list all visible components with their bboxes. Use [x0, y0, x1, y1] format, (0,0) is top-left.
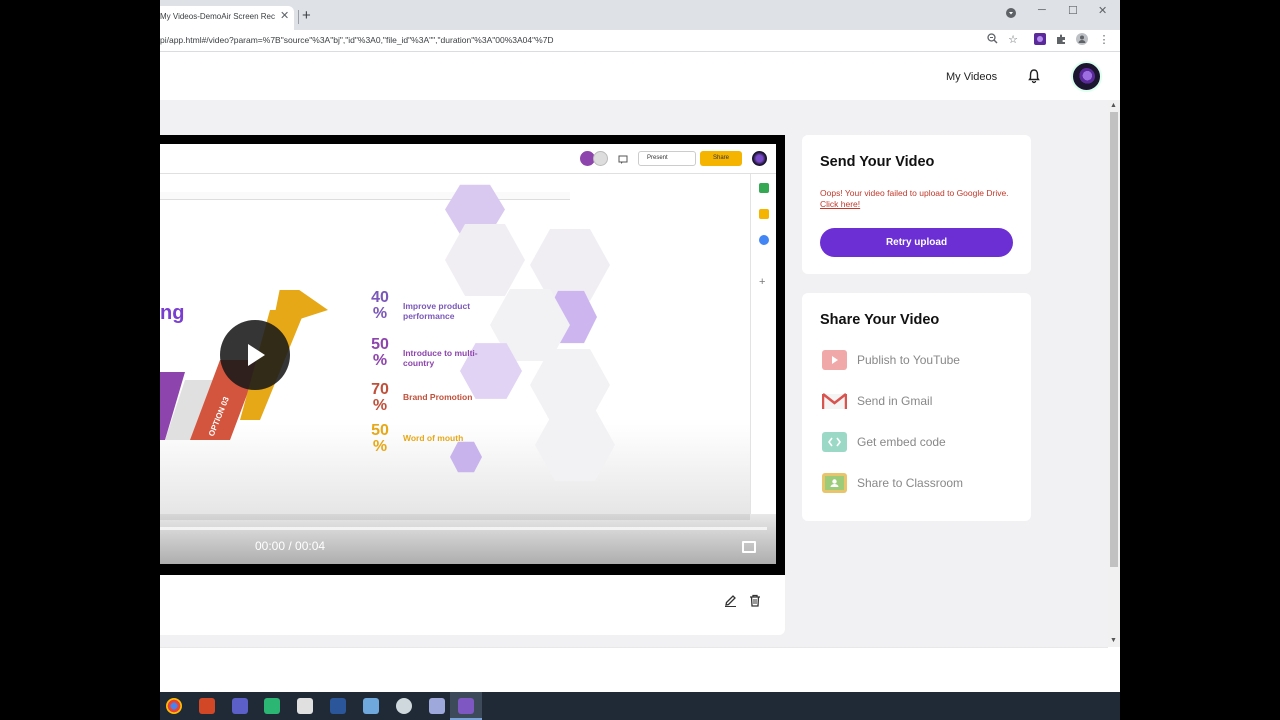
youtube-icon: [822, 350, 847, 370]
slides-user-avatar: [752, 151, 767, 166]
minimize-button[interactable]: ─: [1038, 4, 1046, 16]
slides-ruler: [160, 192, 570, 200]
tab-search-icon[interactable]: [1006, 8, 1016, 21]
stat-label: Brand Promotion: [403, 392, 473, 402]
letterbox-left: [0, 0, 160, 720]
share-item-label: Get embed code: [857, 435, 946, 449]
retry-upload-button[interactable]: Retry upload: [820, 228, 1013, 257]
slides-share-button: Share: [700, 151, 742, 166]
demoair-taskbar-icon[interactable]: [458, 698, 474, 714]
stat-percent: 50 %: [371, 336, 389, 369]
fullscreen-icon[interactable]: [742, 541, 756, 553]
hexagon-shape: [450, 441, 482, 473]
tab-strip: My Videos-DemoAir Screen Recorder ✕ + ─ …: [160, 0, 1120, 30]
profile-icon[interactable]: [1075, 33, 1089, 47]
maximize-button[interactable]: ☐: [1068, 4, 1078, 17]
stat-label: Word of mouth: [403, 433, 464, 443]
video-progress-bar[interactable]: [160, 527, 767, 530]
add-addon-icon: +: [759, 276, 766, 288]
tasks-icon: [759, 235, 769, 245]
stat-percent: 50 %: [371, 422, 389, 455]
stat-percent: 70 %: [371, 381, 389, 414]
app-taskbar-icon[interactable]: [297, 698, 313, 714]
sheets-icon: [759, 183, 769, 193]
share-youtube-item[interactable]: Publish to YouTube: [822, 348, 1022, 372]
scrollbar-thumb[interactable]: [1110, 112, 1118, 567]
share-item-label: Send in Gmail: [857, 394, 933, 408]
scroll-up-arrow-icon[interactable]: ▲: [1110, 102, 1117, 109]
stat-label: Improve product performance: [403, 301, 471, 321]
browser-tab[interactable]: My Videos-DemoAir Screen Recorder ✕: [160, 6, 294, 30]
extension-app-icon[interactable]: [1033, 33, 1047, 47]
browser-menu-icon[interactable]: ⋮: [1097, 33, 1111, 47]
video-controls-bar: [160, 514, 776, 564]
user-avatar[interactable]: [1071, 61, 1102, 92]
app-taskbar-icon[interactable]: [232, 698, 248, 714]
share-classroom-item[interactable]: Share to Classroom: [822, 471, 1022, 495]
url-field[interactable]: pi/app.html#/video?param=%7B"source"%3A"…: [160, 35, 554, 45]
share-embed-item[interactable]: Get embed code: [822, 430, 1022, 454]
video-frame: Present Share ng OPTION 03 40 % Improve …: [160, 144, 776, 564]
tab-separator: [298, 10, 299, 24]
bookmark-star-icon[interactable]: ☆: [1006, 33, 1020, 47]
app-taskbar-icon[interactable]: [396, 698, 412, 714]
tab-title: My Videos-DemoAir Screen Recorder: [160, 12, 275, 21]
share-card-title: Share Your Video: [820, 312, 940, 328]
upload-error-message: Oops! Your video failed to upload to Goo…: [820, 188, 1030, 210]
close-window-button[interactable]: ✕: [1098, 4, 1107, 17]
embed-code-icon: [822, 432, 847, 452]
powerpoint-taskbar-icon[interactable]: [199, 698, 215, 714]
chrome-taskbar-icon[interactable]: [166, 698, 182, 714]
send-video-card: Send Your Video Oops! Your video failed …: [802, 135, 1031, 274]
collaborator-avatar-2: [593, 151, 608, 166]
stat-label: Introduce to multi-country: [403, 348, 478, 368]
keep-icon: [759, 209, 769, 219]
os-taskbar: [160, 692, 1120, 720]
share-gmail-item[interactable]: Send in Gmail: [821, 389, 1022, 413]
classroom-icon: [822, 473, 847, 493]
new-tab-button[interactable]: +: [302, 8, 311, 23]
my-videos-link[interactable]: My Videos: [946, 71, 997, 83]
slides-side-panel: +: [750, 174, 776, 514]
zoom-icon[interactable]: [985, 33, 999, 47]
photos-taskbar-icon[interactable]: [363, 698, 379, 714]
stat-percent: 40 %: [371, 289, 389, 322]
slides-toolbar: Present Share: [160, 144, 776, 174]
letterbox-right: [1120, 0, 1280, 720]
word-taskbar-icon[interactable]: [330, 698, 346, 714]
app-header: My Videos: [160, 53, 1120, 100]
edit-icon[interactable]: [723, 594, 737, 608]
comment-icon: [618, 152, 628, 164]
scroll-down-arrow-icon[interactable]: ▼: [1110, 637, 1117, 644]
delete-icon[interactable]: [748, 594, 762, 608]
send-card-title: Send Your Video: [820, 154, 935, 170]
app-taskbar-icon[interactable]: [264, 698, 280, 714]
app-taskbar-icon[interactable]: [429, 698, 445, 714]
present-button: Present: [638, 151, 696, 166]
hexagon-shape: [445, 224, 525, 296]
browser-window: My Videos-DemoAir Screen Recorder ✕ + ─ …: [160, 0, 1120, 692]
upload-error-text: Oops! Your video failed to upload to Goo…: [820, 188, 1009, 198]
extensions-puzzle-icon[interactable]: [1054, 33, 1068, 47]
error-help-link[interactable]: Click here!: [820, 199, 860, 209]
share-video-card: Share Your Video Publish to YouTube Send…: [802, 293, 1031, 521]
share-item-label: Publish to YouTube: [857, 353, 960, 367]
bell-icon[interactable]: [1026, 68, 1042, 84]
share-item-label: Share to Classroom: [857, 476, 964, 490]
hexagon-shape: [535, 409, 615, 481]
play-button[interactable]: [220, 320, 290, 390]
tab-close-icon[interactable]: ✕: [280, 9, 289, 22]
page-footer-area: [160, 647, 1108, 692]
address-bar: pi/app.html#/video?param=%7B"source"%3A"…: [160, 30, 1120, 52]
gmail-icon: [821, 391, 848, 411]
video-time: 00:00 / 00:04: [255, 539, 326, 553]
